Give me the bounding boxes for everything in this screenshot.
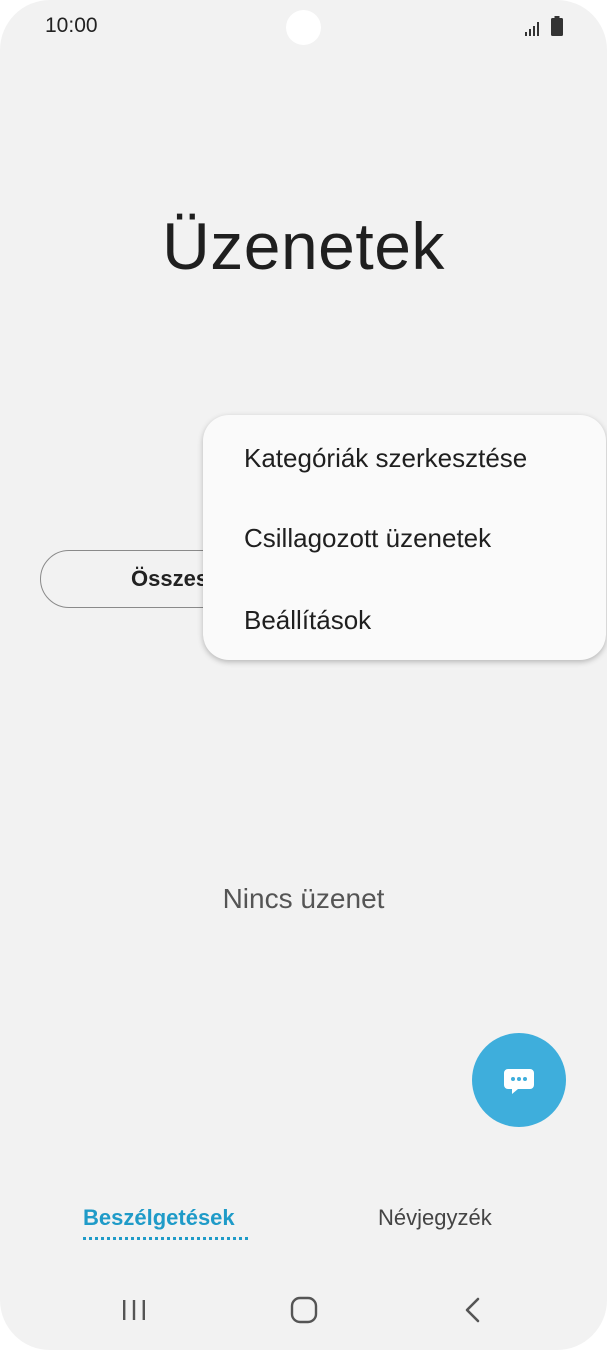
status-icons [525,16,563,36]
menu-item-starred-messages[interactable]: Csillagozott üzenetek [244,523,491,554]
overflow-menu: Kategóriák szerkesztése Csillagozott üze… [203,415,606,660]
recents-icon [123,1300,145,1320]
signal-icon [525,22,539,36]
compose-message-button[interactable] [472,1033,566,1127]
battery-icon [551,16,563,36]
category-filter-label: Összes [131,566,209,591]
page-title: Üzenetek [162,209,445,283]
menu-item-edit-categories[interactable]: Kategóriák szerkesztése [244,443,527,474]
tab-contacts[interactable]: Névjegyzék [378,1205,492,1231]
recents-button[interactable] [114,1290,154,1330]
back-button[interactable] [453,1290,493,1330]
home-button[interactable] [284,1290,324,1330]
status-time: 10:00 [45,14,98,37]
compose-message-icon [504,1069,534,1094]
home-icon [290,1296,318,1324]
active-tab-indicator [83,1237,248,1240]
screen: 10:00 Üzenetek Összes Kategóriák szerkes… [0,0,607,1350]
menu-item-settings[interactable]: Beállítások [244,605,371,636]
camera-cutout [286,10,321,45]
tab-conversations[interactable]: Beszélgetések [83,1205,235,1231]
back-icon [465,1297,480,1323]
empty-state-text: Nincs üzenet [222,883,385,914]
